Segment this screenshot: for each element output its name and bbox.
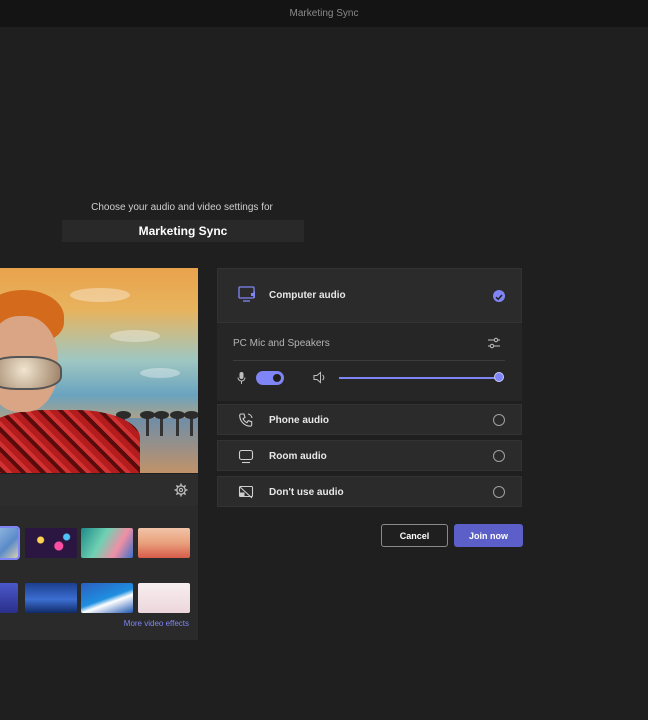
microphone-toggle[interactable] — [256, 371, 284, 385]
background-thumbnail[interactable] — [0, 583, 18, 613]
no-audio-icon — [238, 485, 254, 499]
background-effects-panel: More video effects — [0, 506, 198, 640]
no-audio-option[interactable]: Don't use audio — [217, 476, 522, 507]
room-audio-label: Room audio — [269, 451, 327, 462]
microphone-icon — [237, 372, 246, 384]
background-thumbnail[interactable] — [81, 528, 133, 558]
divider — [233, 360, 505, 361]
volume-slider-track[interactable] — [339, 377, 499, 379]
video-controls-bar — [0, 474, 198, 506]
gear-icon[interactable] — [174, 483, 188, 497]
speaker-icon — [313, 371, 325, 384]
background-thumbnail[interactable] — [25, 583, 77, 613]
phone-audio-option[interactable]: Phone audio — [217, 404, 522, 435]
room-audio-option[interactable]: Room audio — [217, 440, 522, 471]
more-video-effects-link[interactable]: More video effects — [124, 619, 189, 628]
title-bar: Marketing Sync — [0, 0, 648, 27]
video-preview — [0, 268, 198, 473]
no-audio-radio[interactable] — [493, 486, 505, 498]
cancel-button[interactable]: Cancel — [381, 524, 448, 547]
background-thumbnail[interactable] — [81, 583, 133, 613]
room-display-icon — [238, 449, 254, 464]
sliders-icon[interactable] — [487, 337, 501, 349]
background-thumbnail[interactable] — [138, 583, 190, 613]
volume-slider-thumb[interactable] — [494, 372, 504, 382]
background-thumbnail[interactable] — [138, 528, 190, 558]
meeting-name-field: Marketing Sync — [62, 220, 304, 242]
background-thumbnail[interactable] — [0, 526, 20, 560]
phone-icon — [239, 413, 253, 427]
monitor-speaker-icon — [238, 286, 255, 302]
room-audio-radio[interactable] — [493, 450, 505, 462]
selected-check-icon — [493, 290, 505, 302]
background-thumbnail[interactable] — [25, 528, 77, 558]
no-audio-label: Don't use audio — [269, 487, 344, 498]
computer-audio-option[interactable]: Computer audio — [217, 268, 522, 323]
meeting-name: Marketing Sync — [138, 224, 228, 238]
audio-device-label: PC Mic and Speakers — [233, 338, 330, 349]
prejoin-subtitle: Choose your audio and video settings for — [91, 202, 273, 213]
window-title: Marketing Sync — [289, 8, 359, 19]
join-now-button[interactable]: Join now — [454, 524, 523, 547]
audio-device-settings: PC Mic and Speakers — [217, 323, 522, 401]
computer-audio-label: Computer audio — [269, 290, 346, 301]
phone-audio-radio[interactable] — [493, 414, 505, 426]
phone-audio-label: Phone audio — [269, 415, 329, 426]
